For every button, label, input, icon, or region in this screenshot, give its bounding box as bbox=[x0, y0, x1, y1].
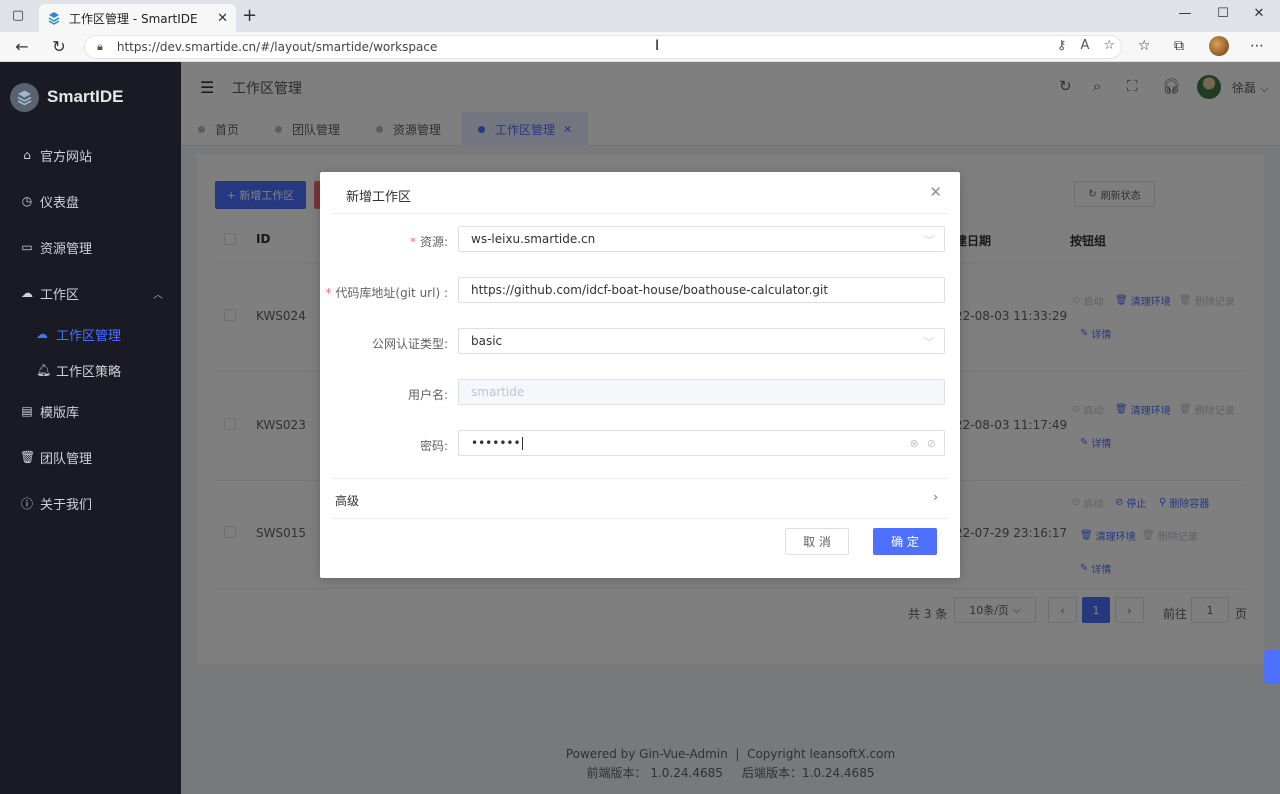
read-aloud-icon[interactable]: A bbox=[1080, 38, 1089, 53]
mouse-ibeam-cursor: I bbox=[655, 38, 660, 54]
window-close-icon[interactable]: ✕ bbox=[1244, 4, 1274, 24]
tab-actions-icon[interactable]: ▢ bbox=[10, 8, 26, 24]
chevron-down-icon: ﹀ bbox=[924, 337, 934, 349]
chevron-right-icon[interactable]: › bbox=[933, 490, 938, 504]
browser-profile-avatar[interactable] bbox=[1209, 36, 1229, 56]
sidebar-item-label: 工作区 bbox=[40, 287, 80, 303]
logo-icon bbox=[10, 82, 39, 112]
reload-icon[interactable]: ↻ bbox=[49, 37, 69, 57]
smartide-favicon-icon bbox=[48, 12, 60, 25]
template-icon: ▤ bbox=[21, 404, 33, 418]
home-icon: ⌂ bbox=[23, 148, 31, 162]
sidebar: SmartIDE ⌂ 官方网站 ◷ 仪表盘 ▭ 资源管理 ☁ 工作区 ︿ ☁ 工… bbox=[0, 62, 181, 794]
browser-tab[interactable]: 工作区管理 - SmartIDE ✕ bbox=[39, 4, 236, 32]
username-label: 用户名: bbox=[407, 388, 448, 402]
sidebar-item-label: 仪表盘 bbox=[40, 195, 80, 211]
dialog-title: 新增工作区 bbox=[346, 190, 412, 205]
auth-type-select[interactable]: basic ﹀ bbox=[458, 328, 945, 354]
info-icon: ⓘ bbox=[20, 496, 33, 511]
logo: SmartIDE bbox=[0, 62, 181, 132]
sidebar-item-workspace[interactable]: ☁ 工作区 ︿ bbox=[0, 270, 181, 316]
resource-select[interactable]: ws-leixu.smartide.cn ﹀ bbox=[458, 226, 945, 252]
more-icon[interactable]: ⋯ bbox=[1250, 38, 1264, 54]
sidebar-subitem-workspace-manage[interactable]: ☁ 工作区管理 bbox=[0, 316, 181, 352]
sidebar-item-dashboard[interactable]: ◷ 仪表盘 bbox=[0, 178, 181, 224]
settings-float-button[interactable] bbox=[1264, 650, 1280, 684]
add-workspace-dialog: 新增工作区 ✕ * 资源: ws-leixu.smartide.cn ﹀ * 代码库… bbox=[320, 172, 960, 578]
sidebar-item-label: 关于我们 bbox=[40, 497, 93, 513]
text-cursor bbox=[521, 436, 523, 450]
show-password-icon[interactable]: ⊘ bbox=[927, 437, 936, 450]
sidebar-item-resources[interactable]: ▭ 资源管理 bbox=[0, 224, 181, 270]
password-value: ••••••• bbox=[471, 436, 521, 450]
sidebar-item-label: 模版库 bbox=[40, 405, 80, 421]
confirm-button[interactable]: 确 定 bbox=[873, 528, 937, 555]
dialog-divider bbox=[332, 518, 948, 519]
chevron-up-icon: ︿ bbox=[153, 289, 163, 301]
sidebar-item-label: 团队管理 bbox=[40, 451, 93, 467]
key-icon[interactable]: ⚷ bbox=[1057, 38, 1067, 53]
sidebar-item-templates[interactable]: ▤ 模版库 bbox=[0, 388, 181, 434]
browser-tabbar: ▢ 工作区管理 - SmartIDE ✕ + — ☐ ✕ bbox=[0, 0, 1280, 32]
close-icon[interactable]: ✕ bbox=[929, 183, 942, 201]
git-url-input[interactable]: https://github.com/idcf-boat-house/boath… bbox=[458, 277, 945, 303]
cancel-button[interactable]: 取 消 bbox=[785, 528, 849, 555]
browser-toolbar: ← ↻ 🔒︎ https://dev.smartide.cn/#/layout/… bbox=[0, 32, 1280, 62]
bell-icon: 🔔︎ bbox=[36, 363, 52, 377]
chevron-down-icon: ﹀ bbox=[924, 235, 934, 247]
cloud-icon: ☁ bbox=[36, 327, 48, 341]
address-bar[interactable]: 🔒︎ https://dev.smartide.cn/#/layout/smar… bbox=[84, 35, 1122, 59]
auth-type-label: 公网认证类型: bbox=[371, 337, 448, 351]
sidebar-item-official-site[interactable]: ⌂ 官方网站 bbox=[0, 132, 181, 178]
cloud-icon: ☁ bbox=[21, 286, 33, 300]
resource-label: * 资源: bbox=[409, 235, 448, 249]
sidebar-item-label: 资源管理 bbox=[40, 241, 93, 257]
favorites-icon[interactable]: ☆ bbox=[1138, 38, 1151, 54]
url-text: https://dev.smartide.cn/#/layout/smartid… bbox=[116, 40, 438, 54]
sidebar-item-label: 官方网站 bbox=[40, 149, 93, 165]
minimize-icon[interactable]: — bbox=[1170, 4, 1200, 24]
maximize-icon[interactable]: ☐ bbox=[1208, 4, 1238, 24]
username-placeholder: smartide bbox=[471, 385, 525, 399]
dialog-divider bbox=[332, 213, 948, 214]
resource-value: ws-leixu.smartide.cn bbox=[471, 232, 596, 246]
dialog-divider bbox=[332, 478, 948, 479]
sidebar-item-teams[interactable]: 🗑︎ 团队管理 bbox=[0, 434, 181, 480]
sidebar-item-about[interactable]: ⓘ 关于我们 bbox=[0, 480, 181, 526]
sidebar-subitem-label: 工作区策略 bbox=[56, 364, 122, 380]
clear-icon[interactable]: ⊗ bbox=[910, 437, 919, 450]
password-label: 密码: bbox=[419, 439, 448, 453]
close-tab-icon[interactable]: ✕ bbox=[217, 11, 228, 26]
git-url-label: * 代码库地址(git url) : bbox=[325, 286, 448, 300]
auth-type-value: basic bbox=[471, 334, 503, 348]
monitor-icon: ▭ bbox=[21, 240, 33, 254]
password-input[interactable]: ••••••• ⊗ ⊘ bbox=[458, 430, 945, 456]
trash-icon: 🗑︎ bbox=[20, 450, 36, 464]
git-url-value: https://github.com/idcf-boat-house/boath… bbox=[471, 283, 829, 297]
browser-tab-title: 工作区管理 - SmartIDE bbox=[69, 11, 198, 26]
collections-icon[interactable]: ⧉ bbox=[1174, 38, 1184, 54]
lock-icon: 🔒︎ bbox=[97, 40, 103, 53]
dashboard-icon: ◷ bbox=[21, 194, 33, 208]
new-tab-icon[interactable]: + bbox=[242, 6, 257, 26]
sidebar-subitem-workspace-policy[interactable]: 🔔︎ 工作区策略 bbox=[0, 352, 181, 388]
logo-text: SmartIDE bbox=[47, 87, 124, 106]
add-favorite-icon[interactable]: ☆ bbox=[1103, 38, 1115, 53]
sidebar-subitem-label: 工作区管理 bbox=[56, 328, 122, 344]
back-icon[interactable]: ← bbox=[12, 37, 32, 57]
username-input[interactable]: smartide bbox=[458, 379, 945, 405]
advanced-section-label[interactable]: 高级 bbox=[335, 492, 359, 509]
